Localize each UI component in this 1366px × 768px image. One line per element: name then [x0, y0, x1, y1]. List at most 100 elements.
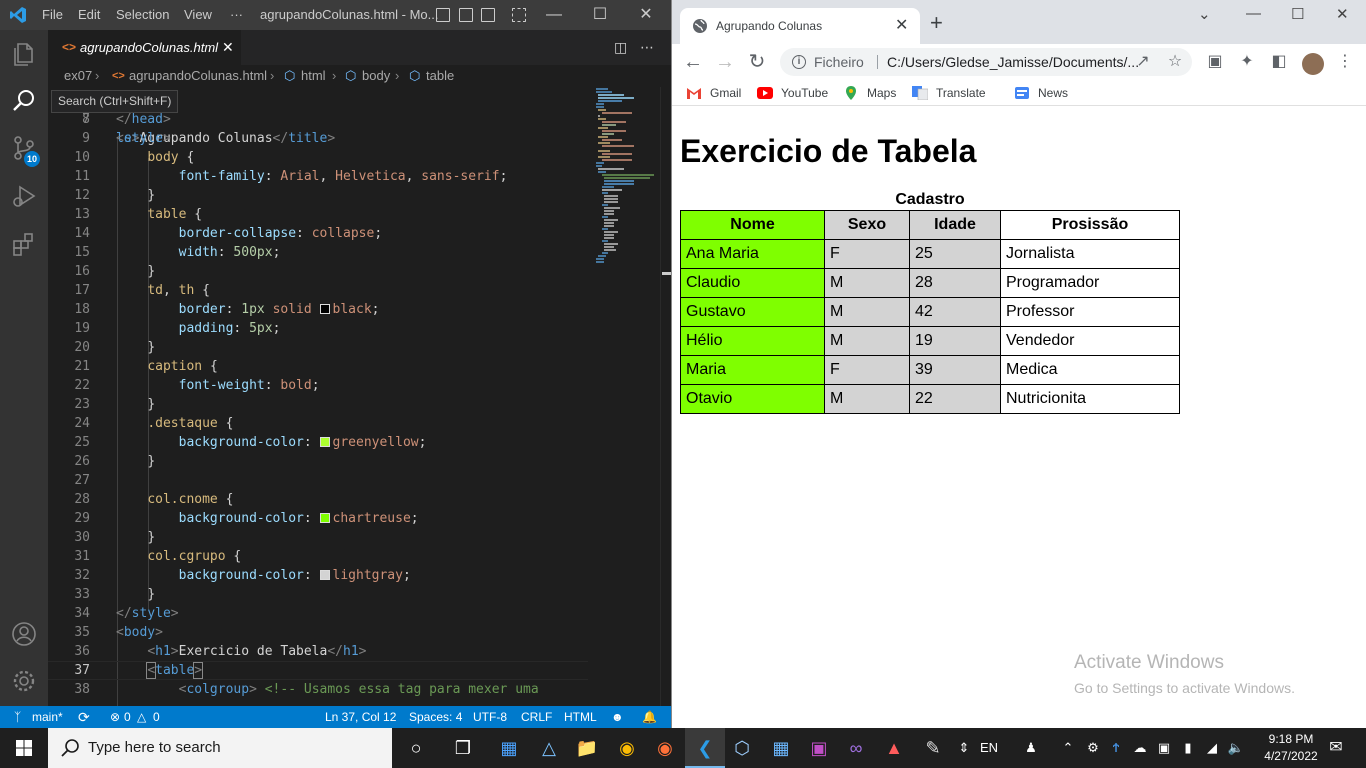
- more-actions-icon[interactable]: ⋯: [640, 39, 654, 56]
- toggle-secondary-sidebar-icon[interactable]: [481, 8, 495, 22]
- windows-start-icon[interactable]: [16, 740, 32, 756]
- cursor-position[interactable]: Ln 37, Col 12: [325, 706, 396, 728]
- chrome-menu-icon[interactable]: ⋮: [1335, 52, 1355, 72]
- menu-edit[interactable]: Edit: [78, 0, 100, 30]
- table-header-row: Nome Sexo Idade Prosissão: [680, 210, 1180, 240]
- color-swatch-black[interactable]: [319, 304, 330, 314]
- end-of-line[interactable]: CRLF: [521, 706, 552, 728]
- battery-icon[interactable]: ▮: [1178, 728, 1198, 768]
- address-bar[interactable]: i Ficheiro C:/Users/Gledse_Jamisse/Docum…: [780, 48, 1192, 76]
- sync-icon[interactable]: ⟳: [78, 706, 90, 728]
- forward-arrow-icon[interactable]: →: [713, 50, 737, 74]
- color-swatch-chartreuse[interactable]: [319, 513, 330, 523]
- virtualbox-icon[interactable]: ⬡: [722, 728, 762, 768]
- toggle-panel-icon[interactable]: [459, 8, 473, 22]
- indentation[interactable]: Spaces: 4: [409, 706, 462, 728]
- extensions-icon[interactable]: [10, 230, 38, 258]
- profile-avatar[interactable]: [1302, 53, 1324, 75]
- customize-layout-icon[interactable]: [512, 8, 526, 22]
- notifications-bell-icon[interactable]: 🔔: [642, 706, 657, 728]
- wifi-icon[interactable]: ◢: [1202, 728, 1222, 768]
- tray-app-icon[interactable]: ▣: [1154, 728, 1174, 768]
- back-arrow-icon[interactable]: ←: [681, 50, 705, 74]
- taskbar-search-box[interactable]: Type here to search: [48, 728, 392, 768]
- minimap[interactable]: [594, 87, 660, 277]
- firefox-icon[interactable]: ◉: [645, 728, 685, 768]
- browser-tab[interactable]: Agrupando Colunas ✕: [680, 8, 920, 44]
- network-status-icon[interactable]: ⚙: [1084, 728, 1102, 768]
- code-editor[interactable]: 7 le>Agrupando Colunas</title> 8 </head> …: [48, 87, 671, 706]
- error-icon: ⊗: [110, 710, 121, 724]
- info-icon[interactable]: i: [792, 55, 806, 69]
- search-icon[interactable]: [10, 87, 38, 115]
- tab-search-chevron-icon[interactable]: ⌄: [1198, 5, 1211, 23]
- minimize-button[interactable]: —: [531, 0, 577, 30]
- new-tab-button[interactable]: +: [930, 11, 943, 35]
- close-tab-icon[interactable]: ✕: [222, 30, 234, 65]
- show-hidden-icons-chevron[interactable]: ⌃: [1058, 728, 1078, 768]
- maximize-button[interactable]: ☐: [577, 0, 623, 30]
- encoding[interactable]: UTF-8: [473, 706, 507, 728]
- table-cell: Claudio: [680, 268, 825, 298]
- language-mode[interactable]: HTML: [564, 706, 597, 728]
- scroll-arrows-icon[interactable]: ⇕: [956, 728, 972, 768]
- share-icon[interactable]: ↗: [1133, 52, 1153, 72]
- restore-button[interactable]: ☐: [1291, 5, 1304, 23]
- line-number: 31: [74, 549, 90, 564]
- breadcrumb-html[interactable]: html: [301, 65, 326, 87]
- tab-agrupando-colunas[interactable]: <> agrupandoColunas.html ✕: [48, 30, 241, 65]
- acrobat-icon[interactable]: ▲: [874, 728, 914, 768]
- toggle-sidebar-icon[interactable]: [436, 8, 450, 22]
- explorer-icon[interactable]: [10, 40, 38, 68]
- widgets-icon[interactable]: ▦: [489, 728, 529, 768]
- breadcrumb-table[interactable]: table: [426, 65, 454, 87]
- language-indicator[interactable]: EN: [978, 728, 1000, 768]
- close-window-button[interactable]: ✕: [623, 0, 669, 30]
- extensions-puzzle-icon[interactable]: ✦: [1237, 52, 1257, 72]
- color-swatch-greenyellow[interactable]: [319, 437, 330, 447]
- menu-view[interactable]: View: [184, 0, 212, 30]
- terminal-app-icon[interactable]: ▦: [761, 728, 801, 768]
- accounts-icon[interactable]: [10, 620, 38, 648]
- paint-icon[interactable]: ✎: [913, 728, 953, 768]
- file-explorer-icon[interactable]: 📁: [567, 728, 607, 768]
- cortana-icon[interactable]: ○: [396, 728, 436, 768]
- url-text[interactable]: C:/Users/Gledse_Jamisse/Documents/...: [887, 48, 1139, 76]
- wamp-icon[interactable]: ▣: [799, 728, 839, 768]
- warnings-count[interactable]: 0: [153, 706, 160, 728]
- manage-gear-icon[interactable]: [10, 667, 38, 695]
- split-editor-icon[interactable]: ◫: [614, 39, 627, 56]
- side-panel-icon[interactable]: ◧: [1269, 52, 1289, 72]
- visual-studio-icon[interactable]: ∞: [836, 728, 876, 768]
- screenshot-icon[interactable]: ▣: [1205, 52, 1225, 72]
- vscode-taskbar-icon[interactable]: ❮: [685, 728, 725, 768]
- onedrive-icon[interactable]: ☁: [1130, 728, 1150, 768]
- bluetooth-icon[interactable]: Ϯ: [1107, 728, 1125, 768]
- color-swatch-lightgray[interactable]: [319, 570, 330, 580]
- feedback-icon[interactable]: ☻: [611, 706, 624, 728]
- people-icon[interactable]: ♟: [1020, 728, 1042, 768]
- system-clock[interactable]: 9:18 PM 4/27/2022: [1256, 731, 1326, 765]
- breadcrumb-file[interactable]: agrupandoColunas.html: [129, 65, 267, 87]
- run-debug-icon[interactable]: [10, 182, 38, 210]
- menu-more[interactable]: ···: [230, 0, 243, 30]
- close-window-button[interactable]: ✕: [1336, 5, 1349, 23]
- line-number: 38: [74, 682, 90, 697]
- app-icon[interactable]: △: [529, 728, 569, 768]
- notification-center-icon[interactable]: ✉: [1322, 728, 1350, 768]
- task-view-icon[interactable]: ❐: [443, 728, 483, 768]
- bookmark-star-icon[interactable]: ☆: [1165, 52, 1185, 72]
- menu-selection[interactable]: Selection: [116, 0, 169, 30]
- minimize-button[interactable]: —: [1246, 5, 1261, 22]
- errors-count[interactable]: 0: [124, 706, 131, 728]
- git-branch[interactable]: main*: [32, 706, 63, 728]
- reload-icon[interactable]: ↻: [745, 50, 769, 74]
- chrome-taskbar-icon[interactable]: ◉: [607, 728, 647, 768]
- breadcrumb-folder[interactable]: ex07: [64, 65, 92, 87]
- close-tab-icon[interactable]: ✕: [895, 8, 908, 44]
- volume-icon[interactable]: 🔈: [1226, 728, 1246, 768]
- menu-file[interactable]: File: [42, 0, 63, 30]
- editor-scrollbar[interactable]: [660, 87, 671, 706]
- breadcrumb-body[interactable]: body: [362, 65, 390, 87]
- code-line: 30 }: [48, 528, 588, 547]
